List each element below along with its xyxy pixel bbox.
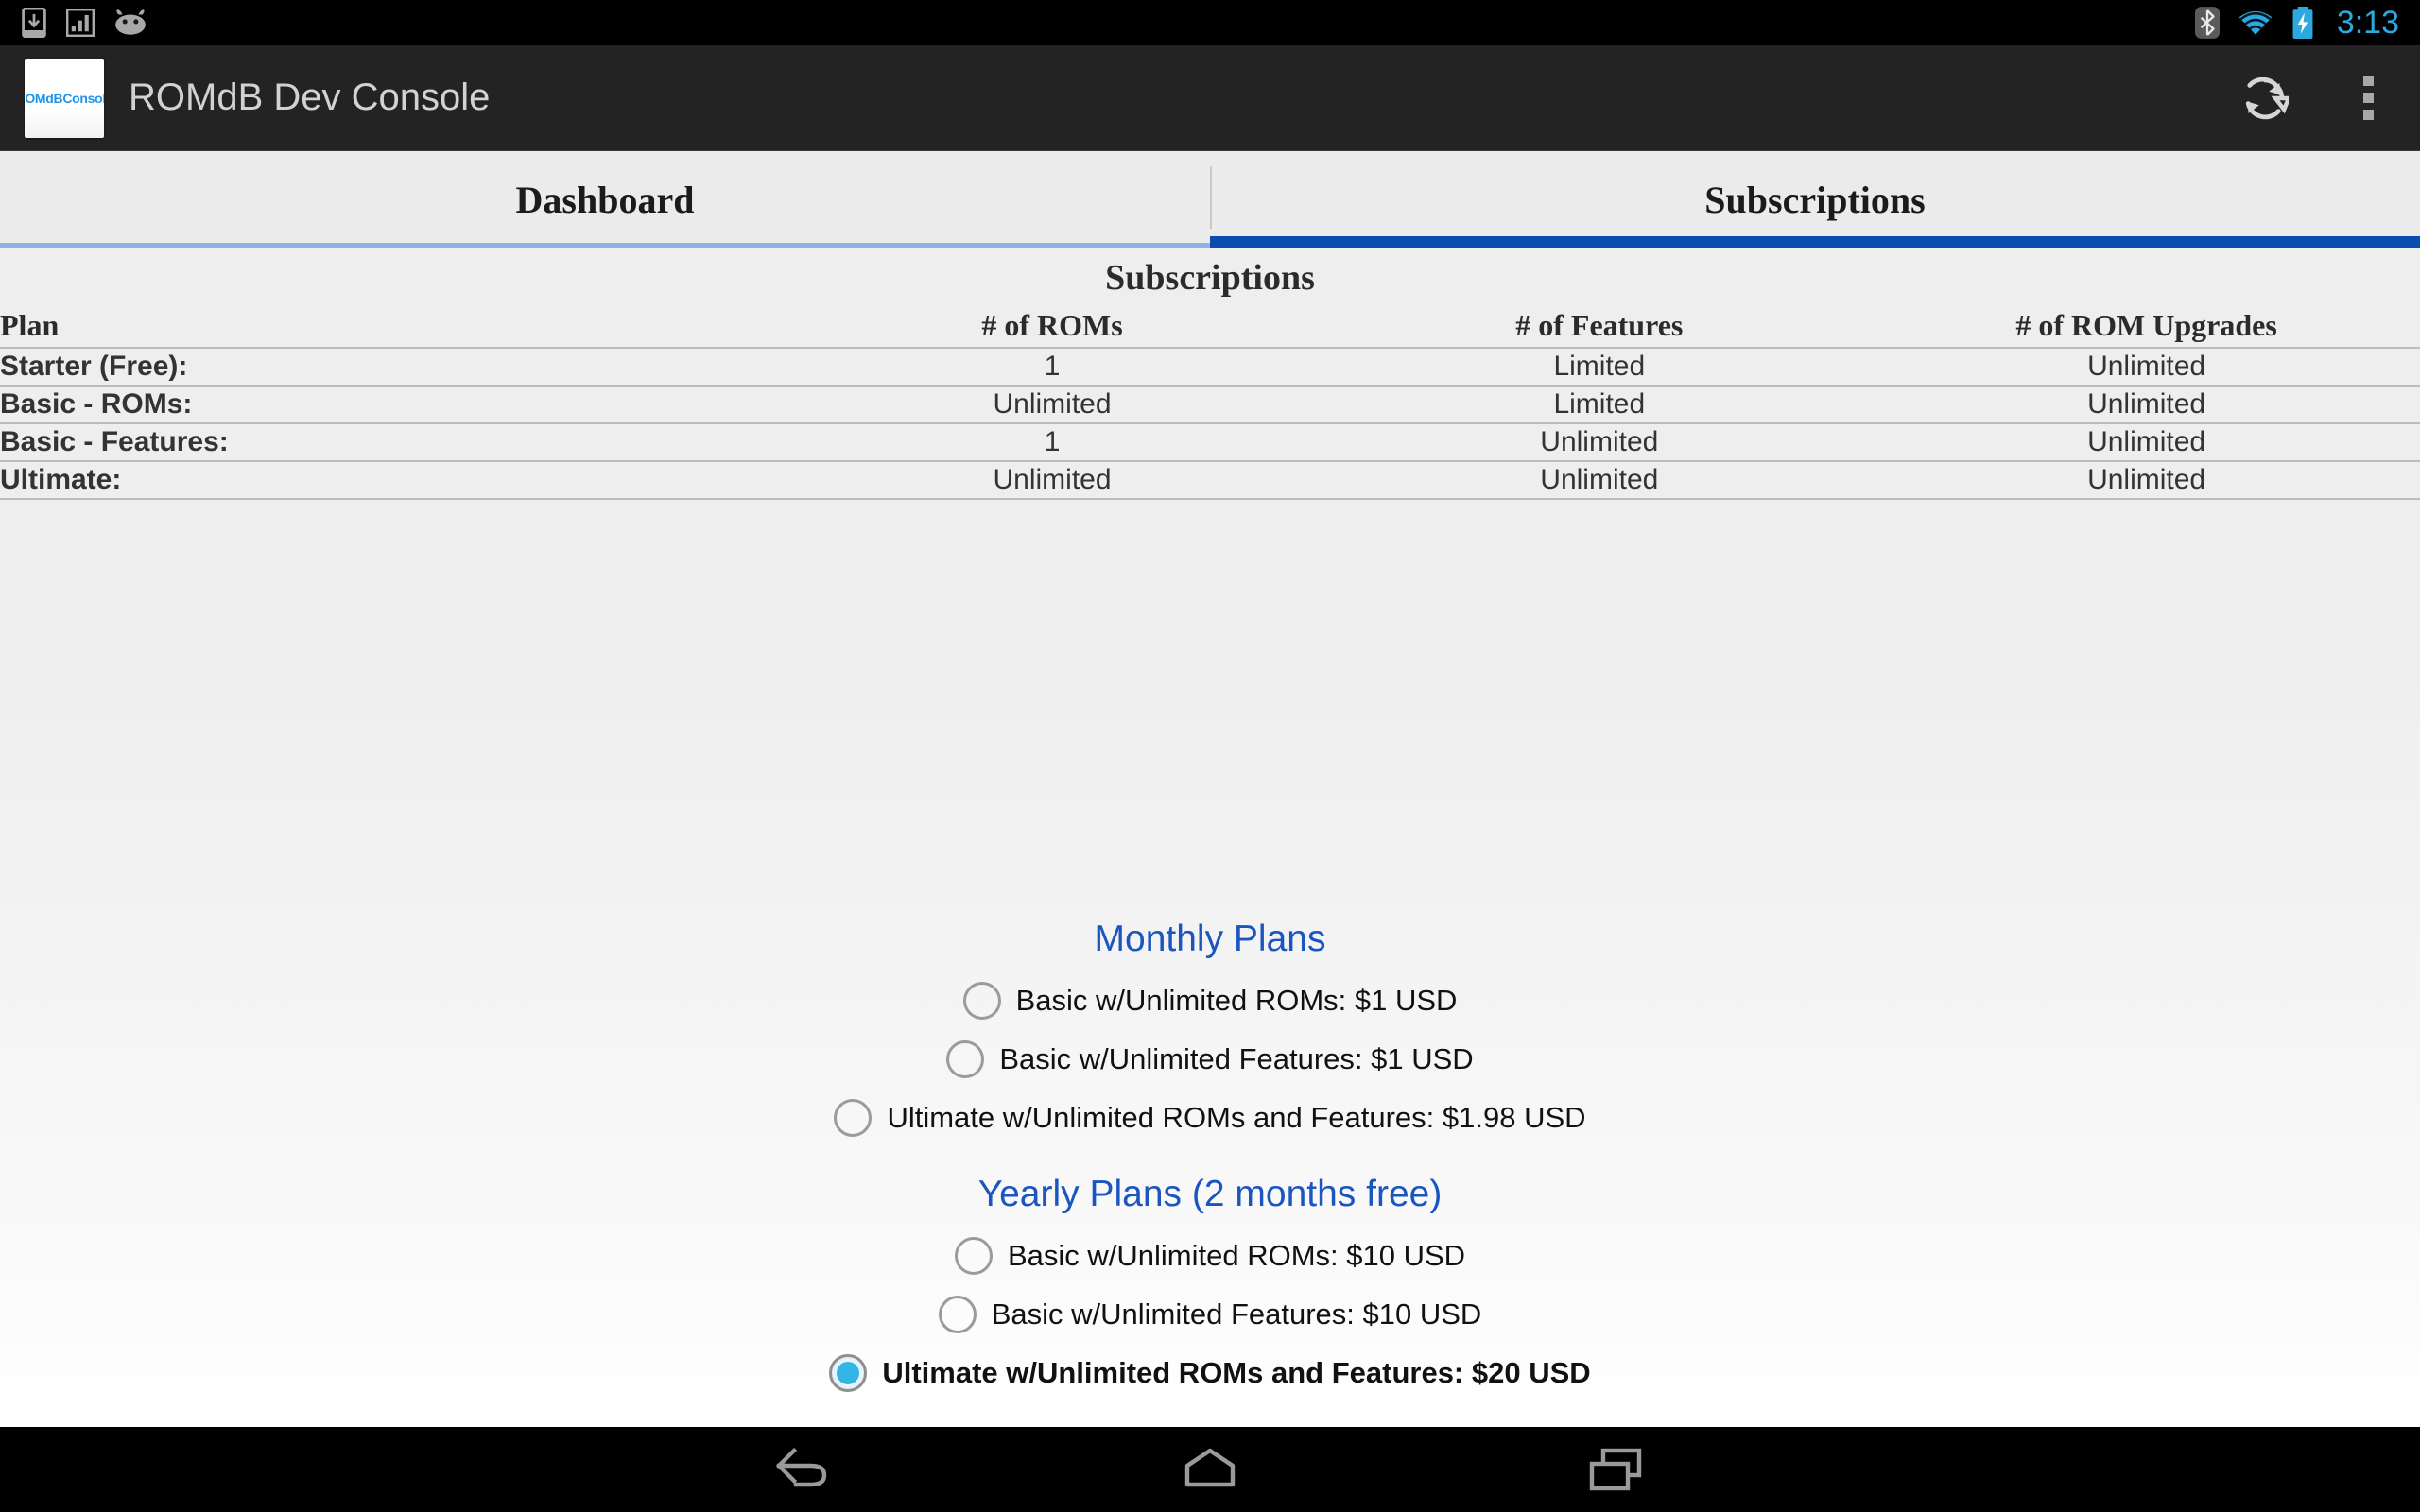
radio-yearly-basic-features[interactable]: Basic w/Unlimited Features: $10 USD — [938, 1296, 1482, 1333]
back-icon — [775, 1447, 827, 1487]
cell-roms: Unlimited — [993, 388, 1112, 420]
cell-upgrades: Unlimited — [2087, 464, 2206, 495]
home-icon — [1184, 1448, 1236, 1487]
tab-subscriptions[interactable]: Subscriptions — [1210, 151, 2420, 248]
radio-button-icon[interactable] — [946, 1040, 985, 1078]
column-header-plan: Plan — [0, 308, 60, 342]
radio-label: Basic w/Unlimited Features: $1 USD — [999, 1042, 1474, 1075]
cell-upgrades: Unlimited — [2087, 388, 2206, 420]
tab-subscriptions-label: Subscriptions — [1704, 178, 1926, 221]
radio-button-icon[interactable] — [954, 1237, 993, 1275]
radio-label: Basic w/Unlimited ROMs: $1 USD — [1015, 984, 1458, 1017]
overflow-menu-icon — [2362, 76, 2374, 120]
cell-plan: Starter (Free): — [0, 351, 188, 382]
plans-section: Monthly Plans Basic w/Unlimited ROMs: $1… — [0, 909, 2420, 1427]
refresh-icon — [2245, 77, 2289, 119]
tab-bar: Dashboard Subscriptions — [0, 151, 2420, 248]
cell-features: Unlimited — [1540, 426, 1659, 457]
radio-yearly-ultimate[interactable]: Ultimate w/Unlimited ROMs and Features: … — [829, 1354, 1591, 1392]
cell-plan: Basic - Features: — [0, 426, 229, 457]
radio-monthly-basic-roms[interactable]: Basic w/Unlimited ROMs: $1 USD — [962, 982, 1458, 1020]
device-screen: 3:13 ROMdBConsole ROMdB Dev Console — [0, 0, 2420, 1512]
action-bar: ROMdBConsole ROMdB Dev Console — [0, 45, 2420, 151]
nav-home-button[interactable] — [1139, 1427, 1281, 1512]
radio-button-icon[interactable] — [962, 982, 1001, 1020]
tab-dashboard[interactable]: Dashboard — [0, 151, 1210, 248]
radio-label: Ultimate w/Unlimited ROMs and Features: … — [882, 1356, 1591, 1389]
signal-bars-icon — [66, 9, 95, 37]
column-header-roms: # of ROMs — [981, 308, 1123, 342]
page-title: Subscriptions — [1105, 258, 1315, 298]
radio-button-icon[interactable] — [834, 1099, 873, 1137]
status-bar-system-icons: 3:13 — [2194, 4, 2399, 42]
status-bar-notification-icons — [21, 8, 147, 38]
cell-features: Limited — [1553, 351, 1646, 382]
download-icon — [22, 8, 46, 38]
subscriptions-table: Plan # of ROMs # of Features # of ROM Up… — [0, 304, 2420, 500]
radio-button-icon[interactable] — [938, 1296, 977, 1333]
tab-subscriptions-underline — [1210, 236, 2420, 248]
radio-monthly-ultimate[interactable]: Ultimate w/Unlimited ROMs and Features: … — [834, 1099, 1586, 1137]
battery-charging-icon — [2292, 7, 2313, 39]
cell-roms: 1 — [1044, 426, 1061, 457]
column-header-features: # of Features — [1515, 308, 1684, 342]
cell-plan: Basic - ROMs: — [0, 388, 193, 420]
cell-roms: Unlimited — [993, 464, 1112, 495]
cell-features: Limited — [1553, 388, 1646, 420]
radio-label: Basic w/Unlimited Features: $10 USD — [991, 1297, 1482, 1331]
tab-divider — [1210, 166, 1212, 229]
table-row: Starter (Free): 1 Limited Unlimited — [0, 348, 2420, 386]
column-header-upgrades: # of ROM Upgrades — [2015, 308, 2277, 342]
table-header: Plan # of ROMs # of Features # of ROM Up… — [0, 304, 2420, 348]
table-row: Basic - Features: 1 Unlimited Unlimited — [0, 423, 2420, 461]
yearly-plans-heading: Yearly Plans (2 months free) — [977, 1174, 1443, 1214]
cell-upgrades: Unlimited — [2087, 351, 2206, 382]
status-bar-clock: 3:13 — [2336, 4, 2399, 41]
monthly-plans-heading: Monthly Plans — [1094, 919, 1326, 959]
radio-monthly-basic-features[interactable]: Basic w/Unlimited Features: $1 USD — [946, 1040, 1474, 1078]
recents-icon — [1589, 1448, 1642, 1491]
content-area: Subscriptions Plan # of ROMs # of Featur… — [0, 248, 2420, 1427]
navigation-bar — [0, 1427, 2420, 1512]
radio-button-icon[interactable] — [829, 1354, 868, 1392]
radio-label: Basic w/Unlimited ROMs: $10 USD — [1007, 1239, 1466, 1272]
action-bar-buttons — [2212, 45, 2420, 151]
radio-label: Ultimate w/Unlimited ROMs and Features: … — [887, 1101, 1586, 1134]
table-body: Starter (Free): 1 Limited Unlimited Basi… — [0, 348, 2420, 499]
radio-yearly-basic-roms[interactable]: Basic w/Unlimited ROMs: $10 USD — [954, 1237, 1466, 1275]
nav-recents-button[interactable] — [1546, 1427, 1687, 1512]
table-row: Ultimate: Unlimited Unlimited Unlimited — [0, 461, 2420, 499]
wifi-icon — [2238, 10, 2273, 35]
bluetooth-icon — [2194, 7, 2220, 39]
app-title: ROMdB Dev Console — [129, 77, 491, 118]
refresh-button[interactable] — [2212, 45, 2316, 151]
table-header-row: Plan # of ROMs # of Features # of ROM Up… — [0, 304, 2420, 348]
overflow-menu-button[interactable] — [2316, 45, 2420, 151]
cell-upgrades: Unlimited — [2087, 426, 2206, 457]
app-logo: ROMdBConsole — [25, 58, 104, 138]
tab-dashboard-label: Dashboard — [515, 178, 695, 221]
app-logo-text: ROMdBConsole — [25, 90, 104, 106]
cell-plan: Ultimate: — [0, 464, 122, 495]
android-face-icon — [115, 9, 146, 35]
status-bar: 3:13 — [0, 0, 2420, 45]
cell-features: Unlimited — [1540, 464, 1659, 495]
table-row: Basic - ROMs: Unlimited Limited Unlimite… — [0, 386, 2420, 423]
cell-roms: 1 — [1044, 351, 1061, 382]
nav-back-button[interactable] — [733, 1427, 874, 1512]
